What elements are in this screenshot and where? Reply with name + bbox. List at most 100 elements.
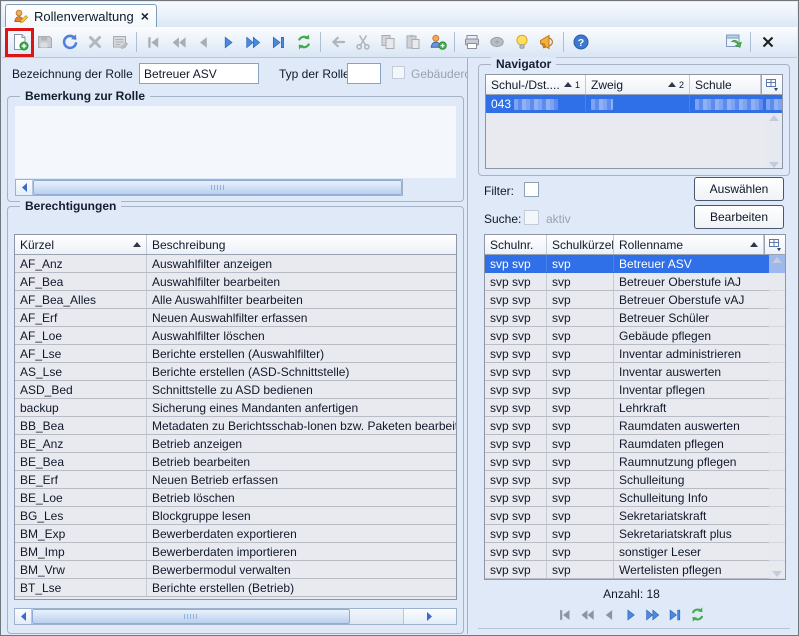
undo-button[interactable] xyxy=(57,30,82,55)
role-row[interactable]: svp svpsvpBetreuer Schüler xyxy=(485,309,785,327)
notify-horn-button[interactable] xyxy=(534,30,559,55)
berechtigung-row[interactable]: ASD_BedSchnittstelle zu ASD bedienen xyxy=(15,381,456,399)
scroll-up-icon[interactable] xyxy=(769,115,779,121)
table-cell: BM_Vrw xyxy=(15,561,147,578)
scroll-left-icon[interactable] xyxy=(15,609,32,624)
scrollbar-grip xyxy=(184,614,198,619)
column-header-schuldst[interactable]: Schul-/Dst.... 1 xyxy=(486,75,586,94)
role-row[interactable]: svp svpsvpSchulleitung Info xyxy=(485,489,785,507)
role-row[interactable]: svp svpsvpsonstiger Leser xyxy=(485,543,785,561)
fast-next-button[interactable] xyxy=(241,30,266,55)
new-record-button[interactable] xyxy=(7,30,32,55)
role-row[interactable]: svp svpsvpRaumdaten pflegen xyxy=(485,435,785,453)
scroll-up-icon[interactable] xyxy=(772,257,782,263)
column-header-beschreibung[interactable]: Beschreibung xyxy=(147,235,456,254)
column-header-schulnr[interactable]: Schulnr. xyxy=(485,235,547,254)
navigator-selected-row[interactable]: 043 xyxy=(486,95,782,113)
berechtigung-row[interactable]: BM_ImpBewerberdaten importieren xyxy=(15,543,456,561)
berechtigung-row[interactable]: AS_LseBerichte erstellen (ASD-Schnittste… xyxy=(15,363,456,381)
role-row[interactable]: svp svpsvpLehrkraft xyxy=(485,399,785,417)
role-row[interactable]: svp svpsvpSekretariatskraft plus xyxy=(485,525,785,543)
berechtigung-row[interactable]: AF_AnzAuswahlfilter anzeigen xyxy=(15,255,456,273)
role-row[interactable]: svp svpsvpInventar administrieren xyxy=(485,345,785,363)
bemerkung-hscrollbar[interactable] xyxy=(15,179,403,196)
role-row[interactable]: svp svpsvpGebäude pflegen xyxy=(485,327,785,345)
print-button[interactable] xyxy=(459,30,484,55)
scrollbar-grip xyxy=(211,185,225,190)
auswaehlen-button[interactable]: Auswählen xyxy=(694,177,784,201)
role-row[interactable]: svp svpsvpBetreuer Oberstufe vAJ xyxy=(485,291,785,309)
column-header-zweig[interactable]: Zweig 2 xyxy=(586,75,690,94)
berechtigung-row[interactable]: AF_LseBerichte erstellen (Auswahlfilter) xyxy=(15,345,456,363)
berechtigung-row[interactable]: AF_BeaAuswahlfilter bearbeiten xyxy=(15,273,456,291)
navigator-vscrollbar[interactable] xyxy=(766,113,782,169)
field-chooser-button[interactable] xyxy=(764,235,785,254)
bearbeiten-button[interactable]: Bearbeiten xyxy=(694,205,784,229)
role-row[interactable]: svp svpsvpRaumnutzung pflegen xyxy=(485,453,785,471)
berechtigung-row[interactable]: BB_BeaMetadaten zu Berichtsschab-lonen b… xyxy=(15,417,456,435)
record-oval-button xyxy=(484,30,509,55)
help-button[interactable]: ? xyxy=(568,30,593,55)
toolbar-separator xyxy=(563,32,564,52)
table-cell: BM_Imp xyxy=(15,543,147,560)
role-row[interactable]: svp svpsvpSchulleitung xyxy=(485,471,785,489)
berechtigung-row[interactable]: BG_LesBlockgruppe lesen xyxy=(15,507,456,525)
berechtigung-row[interactable]: AF_ErfNeuen Auswahlfilter erfassen xyxy=(15,309,456,327)
roles-table: Schulnr. Schulkürzel Rollenname xyxy=(484,234,786,580)
scrollbar-track[interactable] xyxy=(350,609,403,624)
transfer-button[interactable] xyxy=(721,30,746,55)
role-row[interactable]: svp svpsvpWertelisten pflegen xyxy=(485,561,785,579)
column-header-kuerzel[interactable]: Kürzel xyxy=(15,235,147,254)
scroll-right-icon[interactable] xyxy=(403,609,457,624)
role-row[interactable]: svp svpsvpSekretariatskraft xyxy=(485,507,785,525)
filter-checkbox[interactable] xyxy=(524,182,539,197)
add-user-button[interactable] xyxy=(425,30,450,55)
hint-bulb-button[interactable] xyxy=(509,30,534,55)
next-record-button[interactable] xyxy=(216,30,241,55)
role-row[interactable]: svp svpsvpBetreuer ASV xyxy=(485,255,785,273)
scroll-left-icon[interactable] xyxy=(16,180,33,195)
scrollbar-thumb[interactable] xyxy=(32,609,350,624)
berechtigung-row[interactable]: BM_VrwBewerbermodul verwalten xyxy=(15,561,456,579)
column-header-schule[interactable]: Schule xyxy=(690,75,761,94)
role-row[interactable]: svp svpsvpInventar auswerten xyxy=(485,363,785,381)
berechtigung-row[interactable]: AF_Bea_AllesAlle Auswahlfilter bearbeite… xyxy=(15,291,456,309)
role-row[interactable]: svp svpsvpBetreuer Oberstufe iAJ xyxy=(485,273,785,291)
schulnr-prefix: 043 xyxy=(491,97,511,111)
berechtigung-row[interactable]: BM_ExpBewerberdaten exportieren xyxy=(15,525,456,543)
last-record-button[interactable] xyxy=(667,607,683,626)
last-record-button[interactable] xyxy=(266,30,291,55)
column-header-rollenname[interactable]: Rollenname xyxy=(614,235,764,254)
printer-icon xyxy=(463,33,481,51)
scroll-down-icon[interactable] xyxy=(772,571,782,577)
close-module-button[interactable] xyxy=(755,30,780,55)
fast-next-button[interactable] xyxy=(645,607,661,626)
column-header-schulkuerzel[interactable]: Schulkürzel xyxy=(547,235,614,254)
berechtigung-row[interactable]: AF_LoeAuswahlfilter löschen xyxy=(15,327,456,345)
refresh-button[interactable] xyxy=(291,30,316,55)
typ-input[interactable] xyxy=(347,63,381,84)
scrollbar-thumb[interactable] xyxy=(33,180,402,195)
berechtigung-row[interactable]: BE_AnzBetrieb anzeigen xyxy=(15,435,456,453)
field-chooser-button[interactable] xyxy=(761,75,782,94)
bezeichnung-input[interactable] xyxy=(139,63,259,84)
berechtigung-row[interactable]: BE_BeaBetrieb bearbeiten xyxy=(15,453,456,471)
roles-vscrollbar[interactable] xyxy=(769,255,785,579)
berechtigung-row[interactable]: backupSicherung eines Mandanten anfertig… xyxy=(15,399,456,417)
role-row[interactable]: svp svpsvpInventar pflegen xyxy=(485,381,785,399)
berechtigungen-hscrollbar[interactable] xyxy=(14,608,457,625)
table-cell: svp xyxy=(547,327,614,344)
table-cell: svp svp xyxy=(485,525,547,542)
next-record-button[interactable] xyxy=(623,607,639,626)
berechtigung-row[interactable]: BT_LseBerichte erstellen (Betrieb) xyxy=(15,579,456,597)
refresh-button[interactable] xyxy=(689,606,706,626)
table-cell: svp svp xyxy=(485,399,547,416)
berechtigung-row[interactable]: BE_LoeBetrieb löschen xyxy=(15,489,456,507)
tab-close-icon[interactable]: × xyxy=(141,10,149,22)
scroll-down-icon[interactable] xyxy=(769,162,779,168)
role-row[interactable]: svp svpsvpRaumdaten auswerten xyxy=(485,417,785,435)
record-oval-icon xyxy=(488,33,506,51)
bemerkung-textarea[interactable] xyxy=(15,106,456,178)
tab-rollenverwaltung[interactable]: Rollenverwaltung × xyxy=(5,4,157,27)
berechtigung-row[interactable]: BE_ErfNeuen Betrieb erfassen xyxy=(15,471,456,489)
